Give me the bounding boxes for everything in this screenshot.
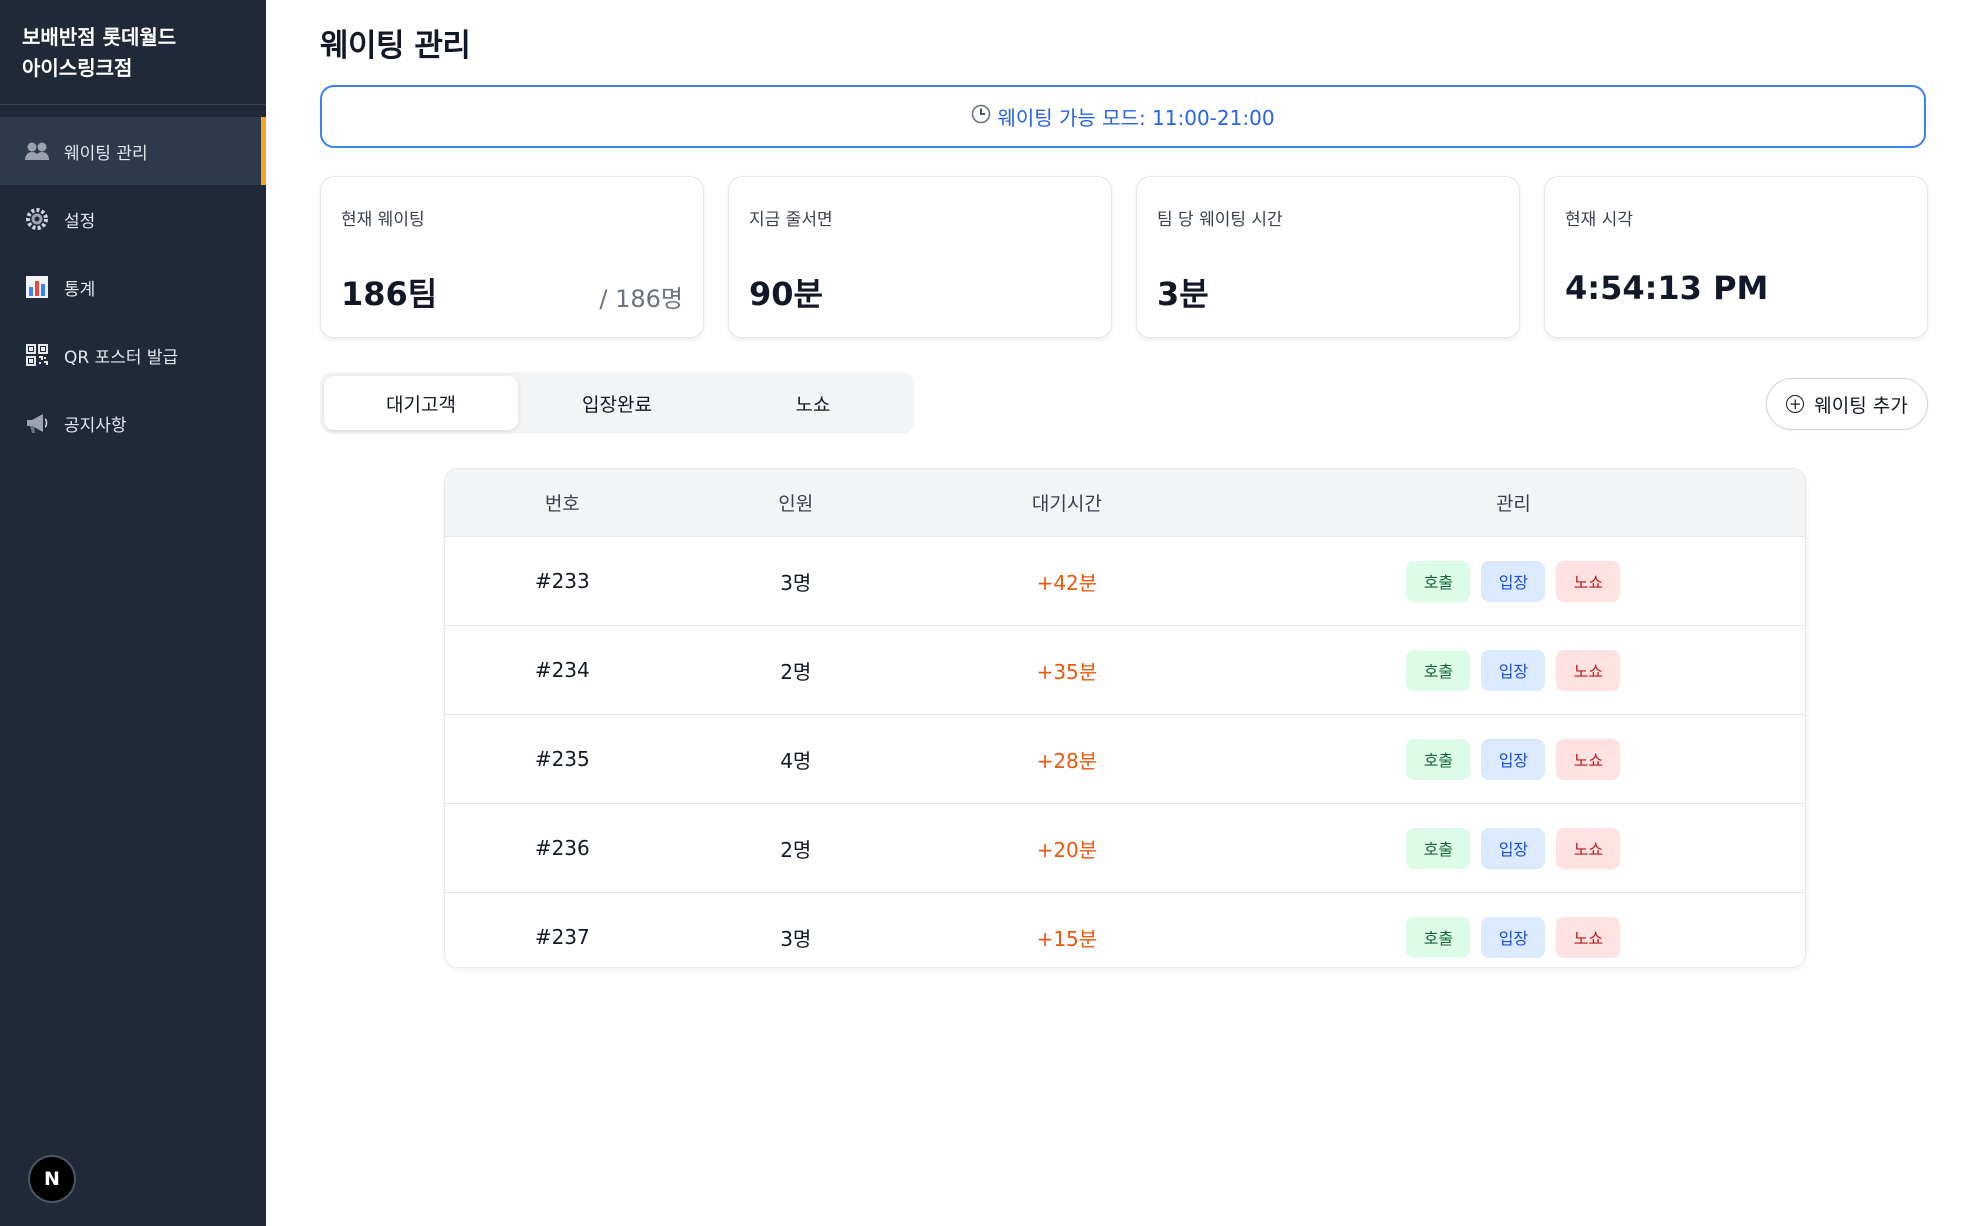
tab-entered[interactable]: 입장완료 bbox=[520, 376, 714, 430]
party-size: 3명 bbox=[780, 926, 812, 951]
sidebar-item-label: 통계 bbox=[64, 279, 96, 300]
wait-time: +35분 bbox=[911, 625, 1222, 715]
stats-cards: 현재 웨이팅 186팀 / 186명 지금 줄서면 90분 팀 당 웨이팅 시간… bbox=[320, 176, 1930, 340]
column-header-manage: 관리 bbox=[1221, 469, 1805, 537]
sidebar-item-label: 공지사항 bbox=[64, 415, 127, 436]
status-tabs: 대기고객 입장완료 노쇼 bbox=[320, 372, 914, 434]
row-actions: 호출 입장 노쇼 bbox=[1221, 803, 1805, 893]
waiting-number: #234 bbox=[445, 625, 680, 715]
stat-label: 현재 시각 bbox=[1565, 210, 1633, 230]
add-waiting-button[interactable]: + 웨이팅 추가 bbox=[1766, 378, 1928, 430]
stat-sub-value: / 186명 bbox=[599, 285, 683, 313]
sidebar-item-notice[interactable]: 공지사항 bbox=[0, 389, 266, 457]
table-row: #237 3명 +15분 호출 입장 노쇼 bbox=[445, 893, 1805, 968]
tab-noshow[interactable]: 노쇼 bbox=[716, 376, 910, 430]
wait-time: +42분 bbox=[911, 536, 1222, 626]
wait-time: +28분 bbox=[911, 714, 1222, 804]
party-size: 4명 bbox=[679, 714, 912, 804]
sidebar-nav: 웨이팅 관리 설정 통계 QR 포스터 발급 공지사항 bbox=[0, 105, 266, 457]
row-actions: 호출 입장 노쇼 bbox=[1221, 625, 1805, 715]
party-size: 3명 bbox=[679, 536, 912, 626]
waiting-number: #237 bbox=[534, 925, 590, 949]
call-button[interactable]: 호출 bbox=[1406, 916, 1471, 958]
sidebar-item-stats[interactable]: 통계 bbox=[0, 253, 266, 321]
stat-value: 3분 bbox=[1157, 275, 1209, 313]
waiting-table: 번호 인원 대기시간 관리 #233 3명 +42분 호출 입장 노쇼 #234… bbox=[444, 468, 1806, 968]
stat-value: 4:54:13 PM bbox=[1565, 269, 1769, 307]
waiting-number: #236 bbox=[445, 803, 680, 893]
stat-card-wait-now: 지금 줄서면 90분 bbox=[728, 176, 1112, 338]
noshow-button[interactable]: 노쇼 bbox=[1556, 560, 1621, 602]
table-row: #235 4명 +28분 호출 입장 노쇼 bbox=[445, 714, 1805, 804]
waiting-mode-banner: 웨이팅 가능 모드: 11:00-21:00 bbox=[320, 85, 1926, 148]
party-size: 2명 bbox=[679, 625, 912, 715]
stat-label: 지금 줄서면 bbox=[749, 210, 833, 230]
sidebar-item-qr[interactable]: QR 포스터 발급 bbox=[0, 321, 266, 389]
enter-button[interactable]: 입장 bbox=[1481, 649, 1546, 691]
wait-time: +15분 bbox=[1036, 926, 1098, 951]
gear-icon bbox=[24, 206, 50, 232]
store-name: 보배반점 롯데월드 아이스링크점 bbox=[0, 0, 266, 105]
waiting-mode-text: 웨이팅 가능 모드: 11:00-21:00 bbox=[997, 106, 1275, 130]
noshow-button[interactable]: 노쇼 bbox=[1556, 738, 1621, 780]
page-title: 웨이팅 관리 bbox=[320, 28, 471, 64]
sidebar-item-label: 웨이팅 관리 bbox=[64, 143, 148, 164]
clock-icon bbox=[971, 104, 991, 129]
column-header-wait: 대기시간 bbox=[911, 469, 1222, 537]
waiting-number: #235 bbox=[445, 714, 680, 804]
row-actions: 호출 입장 노쇼 bbox=[1222, 893, 1805, 968]
table-row: #233 3명 +42분 호출 입장 노쇼 bbox=[445, 536, 1805, 626]
users-icon bbox=[24, 138, 50, 164]
wait-time: +20분 bbox=[911, 803, 1222, 893]
sidebar-item-label: QR 포스터 발급 bbox=[64, 347, 179, 368]
call-button[interactable]: 호출 bbox=[1406, 649, 1471, 691]
table-header-row: 번호 인원 대기시간 관리 bbox=[445, 469, 1805, 537]
stat-value: 90분 bbox=[749, 275, 823, 313]
row-actions: 호출 입장 노쇼 bbox=[1221, 536, 1805, 626]
call-button[interactable]: 호출 bbox=[1406, 560, 1471, 602]
enter-button[interactable]: 입장 bbox=[1481, 738, 1546, 780]
enter-button[interactable]: 입장 bbox=[1481, 827, 1546, 869]
tab-waiting[interactable]: 대기고객 bbox=[324, 376, 518, 430]
noshow-button[interactable]: 노쇼 bbox=[1556, 649, 1621, 691]
stat-label: 현재 웨이팅 bbox=[341, 210, 425, 230]
row-actions: 호출 입장 노쇼 bbox=[1221, 714, 1805, 804]
qr-icon bbox=[24, 342, 50, 368]
call-button[interactable]: 호출 bbox=[1406, 827, 1471, 869]
store-name-line1: 보배반점 롯데월드 bbox=[22, 25, 177, 49]
plus-circle-icon: + bbox=[1786, 395, 1805, 413]
enter-button[interactable]: 입장 bbox=[1481, 560, 1546, 602]
sidebar-item-settings[interactable]: 설정 bbox=[0, 185, 266, 253]
noshow-button[interactable]: 노쇼 bbox=[1556, 827, 1621, 869]
sidebar-item-waiting[interactable]: 웨이팅 관리 bbox=[0, 117, 266, 185]
enter-button[interactable]: 입장 bbox=[1481, 916, 1546, 958]
column-header-number: 번호 bbox=[445, 469, 680, 537]
sidebar: 보배반점 롯데월드 아이스링크점 웨이팅 관리 설정 통계 QR 포스터 발급 bbox=[0, 0, 266, 1226]
stat-card-current-waiting: 현재 웨이팅 186팀 / 186명 bbox=[320, 176, 704, 338]
stat-card-per-team-time: 팀 당 웨이팅 시간 3분 bbox=[1136, 176, 1520, 338]
call-button[interactable]: 호출 bbox=[1406, 738, 1471, 780]
table-row: #234 2명 +35분 호출 입장 노쇼 bbox=[445, 625, 1805, 715]
store-name-line2: 아이스링크점 bbox=[22, 56, 133, 80]
waiting-number: #233 bbox=[445, 536, 680, 626]
chart-icon bbox=[24, 274, 50, 300]
sidebar-item-label: 설정 bbox=[64, 211, 96, 232]
noshow-button[interactable]: 노쇼 bbox=[1556, 916, 1621, 958]
stat-value: 186팀 bbox=[341, 275, 438, 313]
add-waiting-label: 웨이팅 추가 bbox=[1814, 394, 1908, 417]
dev-badge[interactable]: N bbox=[28, 1155, 76, 1203]
stat-card-current-time: 현재 시각 4:54:13 PM bbox=[1544, 176, 1928, 338]
column-header-people: 인원 bbox=[679, 469, 912, 537]
party-size: 2명 bbox=[679, 803, 912, 893]
megaphone-icon bbox=[24, 410, 50, 436]
stat-label: 팀 당 웨이팅 시간 bbox=[1157, 210, 1283, 230]
table-row: #236 2명 +20분 호출 입장 노쇼 bbox=[445, 803, 1805, 893]
